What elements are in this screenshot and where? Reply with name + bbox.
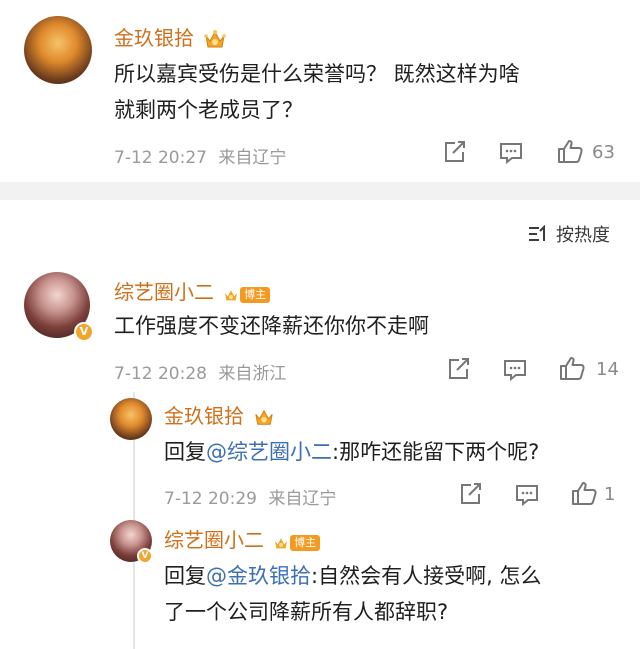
username-row: 综艺圈小二 博主	[164, 524, 321, 553]
comment-text-line1: 所以嘉宾受伤是什么荣誉吗？ 既然这样为啥	[114, 62, 520, 86]
crown-icon	[253, 407, 275, 431]
comment-location: 来自辽宁	[218, 148, 287, 168]
share-icon[interactable]	[446, 357, 472, 381]
reply-prefix: 回复	[164, 440, 206, 464]
crown-icon	[225, 289, 238, 300]
username[interactable]: 金玖银拾	[164, 404, 244, 428]
like-icon[interactable]	[556, 138, 584, 164]
username-row: 综艺圈小二 博主	[114, 276, 271, 305]
username[interactable]: 金玖银拾	[114, 26, 194, 50]
blogger-badge-label: 博主	[290, 534, 321, 551]
comment-location: 来自浙江	[218, 364, 287, 384]
sort-icon	[528, 225, 550, 243]
like-icon[interactable]	[570, 480, 598, 506]
comment-text: 工作强度不变还降薪还你你不走啊	[114, 314, 429, 338]
section-divider	[0, 182, 640, 200]
share-icon[interactable]	[442, 140, 468, 164]
username[interactable]: 综艺圈小二	[164, 528, 264, 552]
crown-icon	[203, 28, 227, 54]
mention-link[interactable]: @综艺圈小二	[206, 440, 332, 464]
reply-time: 7-12 20:29	[164, 489, 257, 509]
username-row: 金玖银拾	[164, 400, 275, 431]
avatar[interactable]	[24, 16, 92, 84]
sort-label: 按热度	[556, 225, 610, 246]
like-count: 1	[604, 484, 616, 505]
blogger-badge: 博主	[273, 534, 321, 551]
reply-prefix: 回复	[164, 564, 206, 588]
mention-link[interactable]: @金玖银拾	[206, 564, 311, 588]
crown-icon	[275, 537, 288, 548]
share-icon[interactable]	[458, 482, 484, 506]
blogger-badge: 博主	[223, 286, 271, 303]
reply-text-line1: 回复@金玖银拾:自然会有人接受啊, 怎么	[164, 558, 541, 594]
reply-meta: 7-12 20:29 来自辽宁	[164, 484, 336, 509]
reply-body: :自然会有人接受啊, 怎么	[311, 564, 542, 588]
username[interactable]: 综艺圈小二	[114, 280, 214, 304]
comment-icon[interactable]	[514, 483, 540, 507]
comment-icon[interactable]	[502, 358, 528, 382]
reply-text: 回复@综艺圈小二:那咋还能留下两个呢?	[164, 434, 539, 470]
reply-body: :那咋还能留下两个呢?	[332, 440, 540, 464]
comment-time: 7-12 20:28	[114, 364, 207, 384]
verified-badge: V	[74, 322, 94, 342]
blogger-badge-label: 博主	[240, 286, 271, 303]
username-row: 金玖银拾	[114, 22, 227, 54]
avatar[interactable]	[110, 398, 152, 440]
comment-text-line2: 就剩两个老成员了？	[114, 98, 303, 122]
like-icon[interactable]	[558, 355, 586, 381]
reply-text-line2: 了一个公司降薪所有人都辞职?	[164, 600, 449, 624]
comment-meta: 7-12 20:27 来自辽宁	[114, 143, 286, 168]
verified-badge: V	[137, 548, 153, 564]
like-count: 14	[596, 359, 619, 380]
comment-meta: 7-12 20:28 来自浙江	[114, 359, 286, 384]
comment-icon[interactable]	[498, 141, 524, 165]
sort-button[interactable]: 按热度	[528, 221, 610, 247]
like-count: 63	[592, 142, 615, 163]
comment-time: 7-12 20:27	[114, 148, 207, 168]
reply-location: 来自辽宁	[268, 489, 337, 509]
